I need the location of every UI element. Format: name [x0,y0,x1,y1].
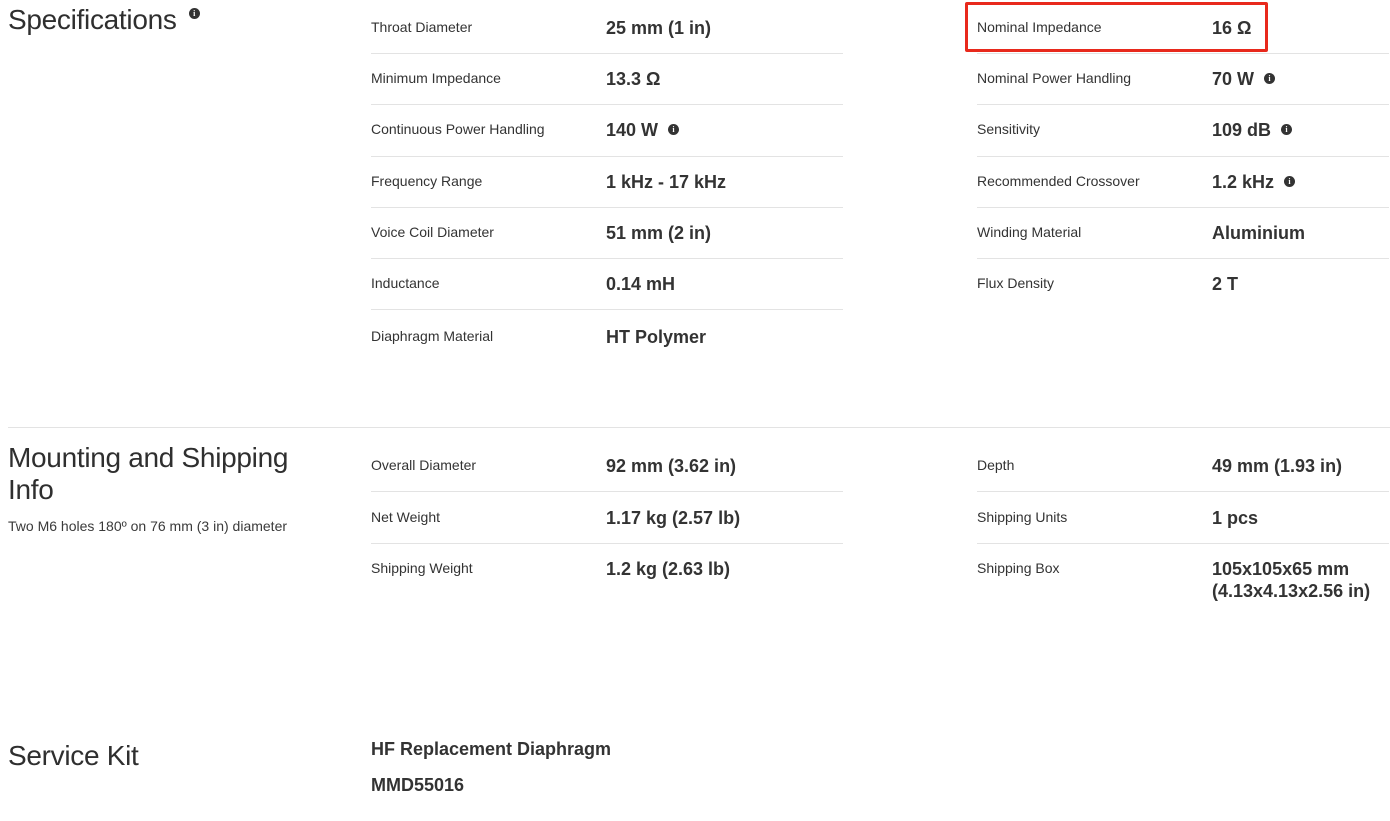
service-kit-title: Service Kit [8,740,139,771]
spec-row: Winding Material Aluminium [977,208,1389,259]
spec-row: Continuous Power Handling 140 Wi [371,105,843,157]
info-icon[interactable]: i [188,8,200,20]
mounting-title: Mounting and Shipping Info [8,442,289,505]
spec-row: Shipping Box 105x105x65 mm (4.13x4.13x2.… [977,559,1371,601]
spec-row: Overall Diameter 92 mm (3.62 in) [371,441,843,492]
mounting-section: Mounting and Shipping Info Two M6 holes … [0,428,1390,688]
spec-row: Nominal Power Handling 70 Wi [977,54,1389,105]
spec-row: Minimum Impedance 13.3 Ω [371,54,843,105]
specifications-title: Specifications i [8,4,200,36]
info-icon[interactable]: i [1284,175,1296,187]
mounting-subtitle: Two M6 holes 180º on 76 mm (3 in) diamet… [8,518,288,534]
spec-row: Frequency Range 1 kHz - 17 kHz [371,157,843,208]
spec-row: Sensitivity 109 dB i [977,105,1389,157]
spec-row: Shipping Weight 1.2 kg (2.63 lb) [371,559,731,579]
spec-row: Voice Coil Diameter 51 mm (2 in) [371,208,843,259]
highlight-box [965,2,1268,52]
spec-row: Throat Diameter 25 mm (1 in) [371,3,843,54]
specifications-section: Specifications i Throat Diameter 25 mm (1… [0,0,1390,427]
info-icon[interactable]: i [668,123,680,135]
service-kit-section: Service Kit HF Replacement Diaphragm MMD… [0,688,1390,821]
info-icon[interactable]: i [1281,123,1293,135]
spec-row: Depth 49 mm (1.93 in) [977,441,1389,492]
service-kit-name: HF Replacement Diaphragm [371,739,612,759]
spec-row: Inductance 0.14 mH [371,259,843,310]
spec-row: Net Weight 1.17 kg (2.57 lb) [371,492,843,544]
spec-row: Flux Density 2 T [977,274,1239,294]
mounting-left-column: Overall Diameter 92 mm (3.62 in) Net Wei… [371,441,843,595]
spec-left-column: Throat Diameter 25 mm (1 in) Minimum Imp… [371,3,843,361]
info-icon[interactable]: i [1264,72,1276,84]
spec-row: Shipping Units 1 pcs [977,492,1389,544]
spec-row: Diaphragm Material HT Polymer [371,327,707,347]
service-kit-code: MMD55016 [371,775,465,795]
spec-row: Recommended Crossover 1.2 kHz i [977,157,1389,208]
mounting-right-column: Depth 49 mm (1.93 in) Shipping Units 1 p… [977,441,1389,614]
